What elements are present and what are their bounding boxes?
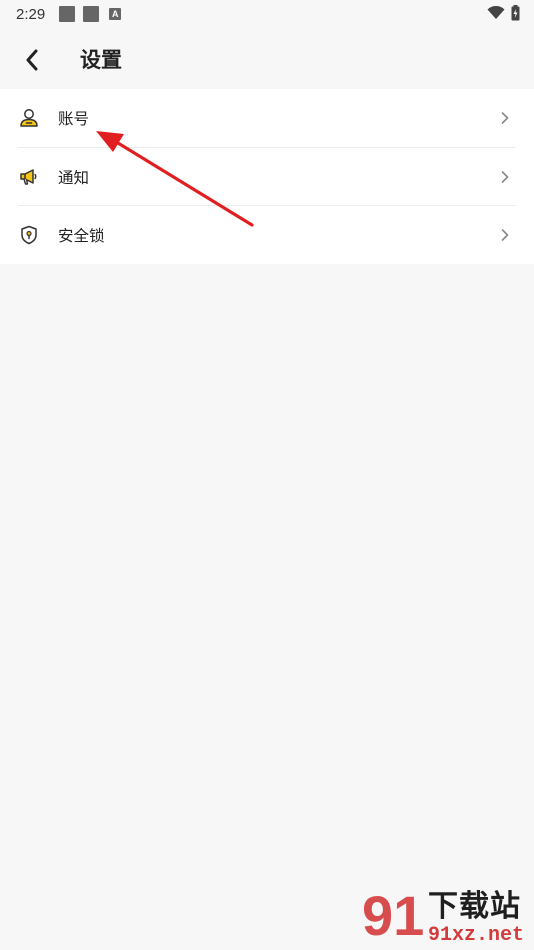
notification-a-icon: A xyxy=(109,8,122,20)
shield-lock-icon xyxy=(18,224,40,246)
settings-item-label: 安全锁 xyxy=(58,227,105,246)
back-arrow-icon xyxy=(26,49,38,71)
settings-list: 账号 通知 安全锁 xyxy=(0,89,534,264)
chevron-right-icon xyxy=(501,229,509,242)
settings-item-notification[interactable]: 通知 xyxy=(0,148,534,206)
page-title: 设置 xyxy=(80,48,122,72)
user-icon xyxy=(18,107,40,129)
watermark-logo: 91 下载站 91xz.net xyxy=(362,888,534,950)
status-time: 2:29 xyxy=(16,5,46,23)
watermark-url: 91xz.net xyxy=(428,924,525,947)
notification-icon xyxy=(59,6,76,22)
notification-icon xyxy=(83,6,100,22)
back-button[interactable] xyxy=(18,46,46,74)
settings-item-security-lock[interactable]: 安全锁 xyxy=(0,206,534,265)
megaphone-icon xyxy=(18,166,40,188)
chevron-right-icon xyxy=(501,170,509,183)
watermark-site-name: 下载站 xyxy=(428,889,521,924)
wifi-icon xyxy=(487,6,505,19)
status-right-icons xyxy=(487,5,520,21)
settings-item-label: 通知 xyxy=(58,168,90,187)
chevron-right-icon xyxy=(501,112,509,125)
app-header: 设置 xyxy=(0,28,534,88)
settings-item-label: 账号 xyxy=(58,110,90,129)
settings-item-account[interactable]: 账号 xyxy=(0,89,534,148)
battery-icon xyxy=(511,5,520,21)
status-bar: 2:29 A xyxy=(0,0,534,28)
watermark-number: 91 xyxy=(362,884,425,947)
